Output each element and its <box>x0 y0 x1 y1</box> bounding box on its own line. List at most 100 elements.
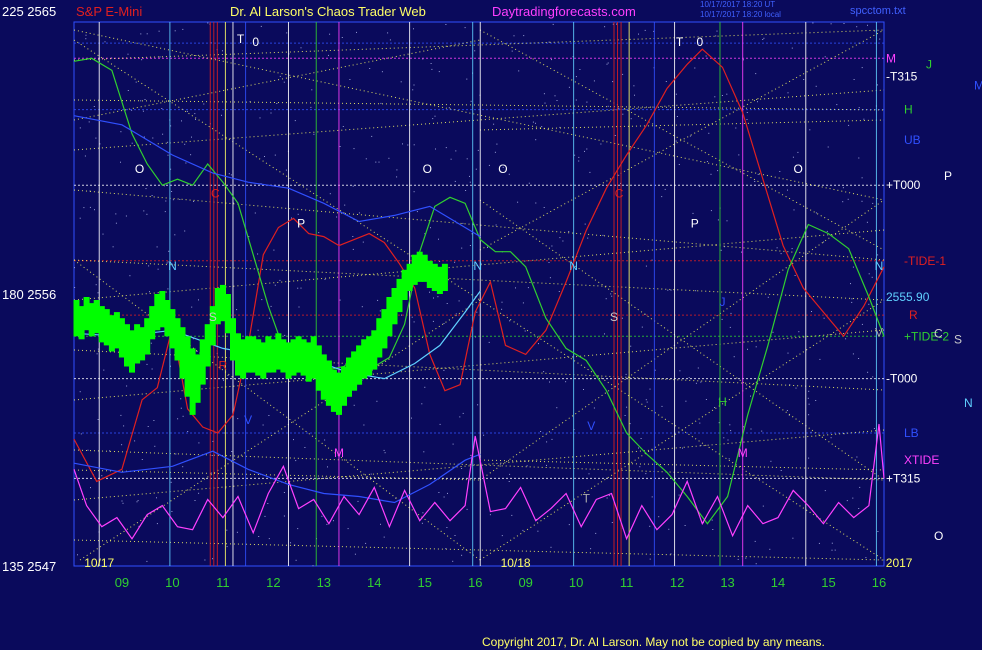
star-dot <box>489 514 491 516</box>
star-dot <box>141 59 143 61</box>
star-dot <box>641 326 643 328</box>
star-dot <box>622 73 624 75</box>
star-dot <box>622 113 624 115</box>
star-dot <box>274 154 276 156</box>
star-dot <box>455 313 457 315</box>
star-dot <box>475 168 477 170</box>
star-dot <box>429 291 430 293</box>
star-dot <box>115 222 117 224</box>
timestamp-local: 10/17/2017 18:20 local <box>700 10 781 19</box>
right-level-label: H <box>904 103 913 117</box>
star-dot <box>363 424 365 426</box>
star-dot <box>462 412 464 414</box>
url-link[interactable]: Daytradingforecasts.com <box>492 4 636 19</box>
star-dot <box>236 531 238 533</box>
star-dot <box>344 204 346 206</box>
star-dot <box>293 439 294 441</box>
star-dot <box>565 381 567 383</box>
fan-line <box>479 119 885 131</box>
star-dot <box>461 247 463 249</box>
star-dot <box>212 440 214 442</box>
star-dot <box>755 73 757 75</box>
planet-letter: O <box>423 162 432 176</box>
star-dot <box>341 37 343 38</box>
star-dot <box>121 500 123 502</box>
star-dot <box>179 199 181 200</box>
star-dot <box>738 154 740 156</box>
date-label: 10/17 <box>84 556 114 570</box>
star-dot <box>186 110 188 112</box>
star-dot <box>494 151 496 153</box>
series-magenta-cycle <box>73 423 885 541</box>
star-dot <box>786 410 788 411</box>
star-dot <box>413 321 415 323</box>
star-dot <box>466 78 468 80</box>
star-dot <box>311 89 313 91</box>
star-dot <box>667 289 669 291</box>
star-dot <box>352 185 354 187</box>
star-dot <box>455 150 457 152</box>
star-dot <box>74 287 76 288</box>
star-dot <box>95 284 97 286</box>
star-dot <box>85 34 87 36</box>
star-dot <box>383 449 385 451</box>
x-tick-label: 15 <box>821 575 835 590</box>
star-dot <box>546 464 547 466</box>
star-dot <box>268 538 270 540</box>
star-dot <box>387 32 389 34</box>
star-dot <box>295 559 297 561</box>
star-dot <box>226 546 228 548</box>
star-dot <box>447 492 448 494</box>
star-dot <box>143 210 145 212</box>
star-dot <box>762 505 764 507</box>
star-dot <box>496 143 498 145</box>
star-dot <box>146 213 148 215</box>
star-dot <box>877 531 879 532</box>
star-dot <box>162 133 164 135</box>
star-dot <box>329 33 331 35</box>
star-dot <box>818 542 820 544</box>
star-dot <box>328 54 329 56</box>
star-dot <box>304 447 306 448</box>
star-dot <box>454 535 456 536</box>
star-dot <box>543 93 545 95</box>
right-level-label: -TIDE-1 <box>904 254 946 268</box>
star-dot <box>168 250 170 252</box>
star-dot <box>153 420 155 421</box>
star-dot <box>270 305 272 307</box>
star-dot <box>750 428 752 430</box>
star-dot <box>605 298 607 300</box>
star-dot <box>381 71 383 73</box>
star-dot <box>369 68 371 69</box>
star-dot <box>679 370 681 372</box>
star-dot <box>354 553 356 555</box>
star-dot <box>867 24 868 26</box>
star-dot <box>586 101 588 103</box>
star-dot <box>554 95 556 97</box>
star-dot <box>438 71 440 73</box>
star-dot <box>94 209 95 211</box>
right-level-label: LB <box>904 426 919 440</box>
chaos-chart: 09 10 11 12 13 14 15 16 09 10 11 12 13 14 15 16 10/17 10/… <box>2 21 982 590</box>
star-dot <box>448 107 450 109</box>
star-dot <box>499 463 501 465</box>
star-dot <box>621 317 623 319</box>
star-dot <box>846 500 848 502</box>
fan-line <box>73 429 885 501</box>
star-dot <box>120 161 121 163</box>
star-dot <box>190 154 192 156</box>
star-dot <box>761 430 763 432</box>
star-dot <box>792 537 794 539</box>
star-dot <box>264 156 265 157</box>
star-dot <box>466 508 468 510</box>
star-dot <box>871 276 873 278</box>
star-dot <box>695 290 697 292</box>
right-level-label: UB <box>904 133 921 147</box>
star-dot <box>645 473 647 475</box>
star-dot <box>808 414 810 416</box>
star-dot <box>845 338 847 340</box>
x-tick-label: 15 <box>418 575 432 590</box>
star-dot <box>861 177 863 179</box>
star-dot <box>791 47 793 49</box>
star-dot <box>543 207 545 208</box>
